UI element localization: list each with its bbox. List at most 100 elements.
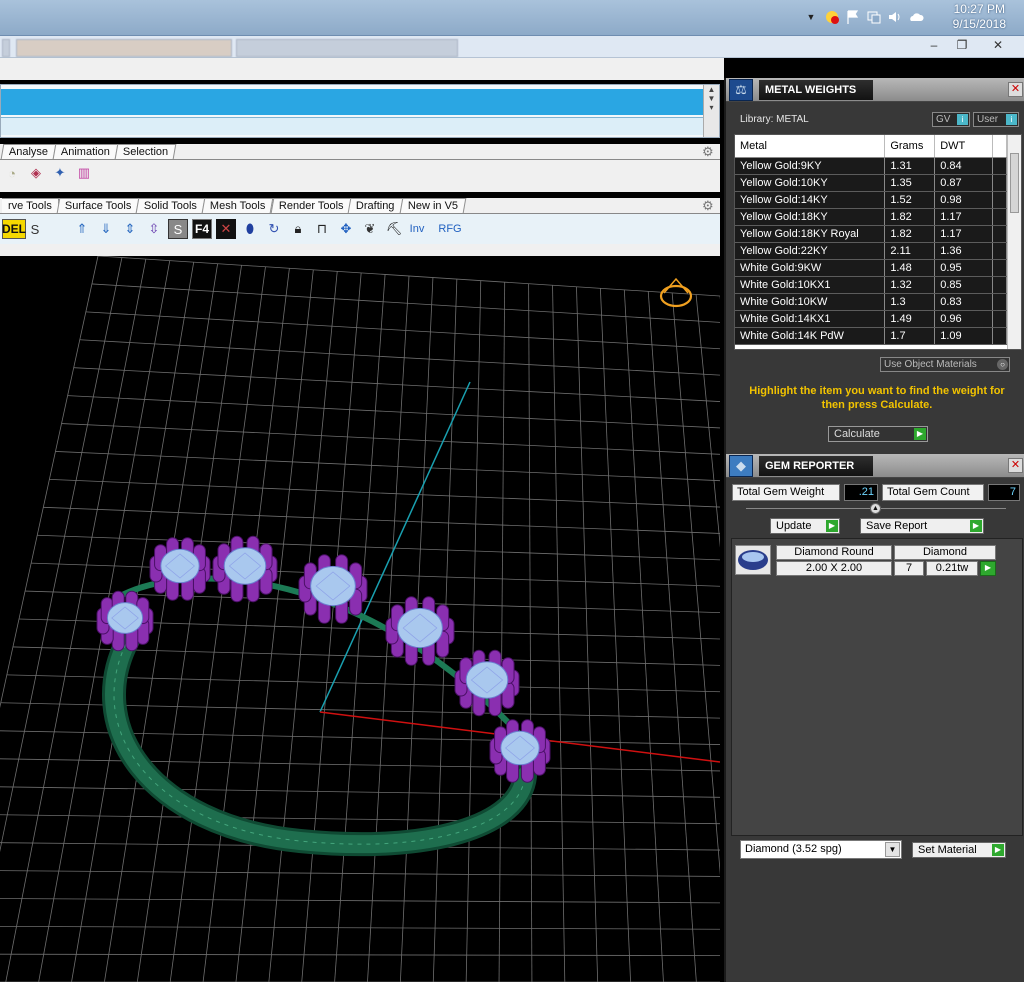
cell-dwt: 0.83 <box>934 293 994 311</box>
render-view-icon[interactable]: ◈ <box>26 163 46 183</box>
cylinder-icon[interactable]: ⬮ <box>240 219 260 239</box>
tab-mesh-tools[interactable]: Mesh Tools <box>201 198 275 213</box>
play-icon: ▶ <box>826 520 838 532</box>
flag-icon[interactable] <box>845 9 861 25</box>
chart-icon[interactable]: ▥ <box>74 163 94 183</box>
play-icon: ▶ <box>914 428 926 440</box>
material-select[interactable]: Diamond (3.52 spg) ▼ <box>740 840 902 859</box>
tab-drafting[interactable]: Drafting <box>348 198 404 213</box>
grid-line <box>0 786 720 798</box>
twist-icon[interactable]: ↻ <box>264 219 284 239</box>
grid-line <box>0 870 720 877</box>
use-object-materials-toggle[interactable]: Use Object Materials ○ <box>880 357 1010 372</box>
toolbar-row-2: rve Tools Surface Tools Solid Tools Mesh… <box>0 198 720 256</box>
gear-icon[interactable]: ⚙ <box>702 145 716 159</box>
gem-go-button[interactable]: ▶ <box>980 561 996 576</box>
viewport-canvas[interactable] <box>0 256 720 982</box>
table-row[interactable]: Yellow Gold:18KY 1.82 1.17 <box>735 208 1007 226</box>
network-icon[interactable] <box>866 9 882 25</box>
library-label: Library: METAL <box>740 114 809 125</box>
tab-selection[interactable]: Selection <box>114 144 177 159</box>
tab-curve-tools[interactable]: rve Tools <box>2 198 59 213</box>
update-button[interactable]: Update ▶ <box>770 518 840 534</box>
table-row[interactable]: White Gold:10KW 1.3 0.83 <box>735 293 1007 311</box>
tab-surface-tools[interactable]: Surface Tools <box>56 198 140 213</box>
del-button[interactable]: DEL <box>2 219 26 239</box>
animation-icon[interactable]: ✦ <box>50 163 70 183</box>
lock-icon[interactable]: 🔒︎ <box>288 219 308 239</box>
table-row[interactable]: White Gold:10KX1 1.32 0.85 <box>735 276 1007 294</box>
tab-analyse[interactable]: Analyse <box>0 144 57 159</box>
table-row[interactable]: White Gold:14KX1 1.49 0.96 <box>735 310 1007 328</box>
cell-grams: 1.31 <box>884 157 936 175</box>
scrollbar-thumb[interactable] <box>1010 153 1019 213</box>
stack-icon[interactable]: ⇳ <box>144 219 164 239</box>
worker-icon[interactable]: ⛏ <box>384 219 404 239</box>
column-header-grams[interactable]: Grams <box>884 135 936 158</box>
restore-button[interactable]: ❐ <box>950 38 974 54</box>
blurred-tab[interactable] <box>16 39 232 57</box>
shade-toggle-icon[interactable]: S <box>168 219 188 239</box>
table-row[interactable]: Yellow Gold:9KY 1.31 0.84 <box>735 157 1007 175</box>
volume-icon[interactable] <box>887 9 903 25</box>
minimize-button[interactable]: – <box>922 38 946 54</box>
rfg-button[interactable]: RFG <box>436 219 464 239</box>
close-icon[interactable]: ✕ <box>1008 458 1023 473</box>
command-input[interactable] <box>1 117 705 135</box>
calculate-button[interactable]: Calculate ▶ <box>828 426 928 442</box>
slider-handle[interactable]: ▲ <box>870 503 881 514</box>
table-row[interactable]: Yellow Gold:18KY Royal 1.82 1.17 <box>735 225 1007 243</box>
s-button[interactable]: S <box>30 219 40 239</box>
close-icon[interactable]: ✕ <box>1008 82 1023 97</box>
antivirus-icon[interactable] <box>824 9 840 25</box>
cell-metal: Yellow Gold:22KY <box>735 242 886 260</box>
f4-button[interactable]: F4 <box>192 219 212 239</box>
tab-label: Selection <box>122 146 169 158</box>
play-icon: ▶ <box>982 562 994 574</box>
gear-icon[interactable]: ⚙ <box>702 199 716 213</box>
close-window-button[interactable]: ✕ <box>986 38 1010 54</box>
table-row[interactable]: Yellow Gold:22KY 2.11 1.36 <box>735 242 1007 260</box>
tab-render-tools[interactable]: Render Tools <box>270 198 352 213</box>
user-toggle[interactable]: User i <box>973 112 1019 127</box>
tab-solid-tools[interactable]: Solid Tools <box>135 198 206 213</box>
transform-icon[interactable]: ✥ <box>336 219 356 239</box>
table-row[interactable]: White Gold:9KW 1.48 0.95 <box>735 259 1007 277</box>
3d-viewport[interactable] <box>0 256 720 982</box>
clock[interactable]: 10:27 PM 9/15/2018 <box>953 2 1006 32</box>
cloud-icon[interactable] <box>908 9 924 25</box>
gv-toggle[interactable]: GV i <box>932 112 970 127</box>
column-header-dwt[interactable]: DWT <box>934 135 994 158</box>
grid-line <box>85 311 720 350</box>
tab-animation[interactable]: Animation <box>52 144 119 159</box>
blurred-tab[interactable] <box>2 39 10 57</box>
column-header-metal[interactable]: Metal <box>735 135 886 158</box>
analyse-tool-icon[interactable]: ◔ <box>2 163 22 183</box>
table-row[interactable]: White Gold:14K PdW 1.7 1.09 <box>735 327 1007 345</box>
cell-pad <box>992 174 1007 192</box>
tray-expand-icon[interactable]: ▼ <box>803 9 819 25</box>
inv-button[interactable]: Inv <box>408 219 426 239</box>
blurred-tab[interactable] <box>236 39 458 57</box>
table-row[interactable]: Yellow Gold:10KY 1.35 0.87 <box>735 174 1007 192</box>
table-row[interactable]: Yellow Gold:14KY 1.52 0.98 <box>735 191 1007 209</box>
gem-tool-icon[interactable]: ❦ <box>360 219 380 239</box>
grid-line <box>498 282 506 982</box>
move-vertical-icon[interactable]: ⇕ <box>120 219 140 239</box>
tab-label: Surface Tools <box>64 200 132 212</box>
save-report-button[interactable]: Save Report ▶ <box>860 518 984 534</box>
cell-grams: 1.32 <box>884 276 936 294</box>
cell-metal: White Gold:9KW <box>735 259 886 277</box>
tab-new-in-v5[interactable]: New in V5 <box>399 198 467 213</box>
wireframe-icon[interactable]: ✕ <box>216 219 236 239</box>
cell-pad <box>992 310 1007 328</box>
cell-metal: Yellow Gold:10KY <box>735 174 886 192</box>
command-scrollbar[interactable]: ▲ ▼ ▾ <box>703 85 719 137</box>
unlock-icon[interactable]: ⊓ <box>312 219 332 239</box>
table-scrollbar[interactable] <box>1007 135 1021 349</box>
metal-weights-table[interactable]: Metal Grams DWT Yellow Gold:9KY 1.31 0.84 Y… <box>734 134 1022 350</box>
set-material-button[interactable]: Set Material ▶ <box>912 842 1006 858</box>
move-down-icon[interactable]: ⇓ <box>96 219 116 239</box>
move-up-icon[interactable]: ⇑ <box>72 219 92 239</box>
cell-pad <box>992 225 1007 243</box>
